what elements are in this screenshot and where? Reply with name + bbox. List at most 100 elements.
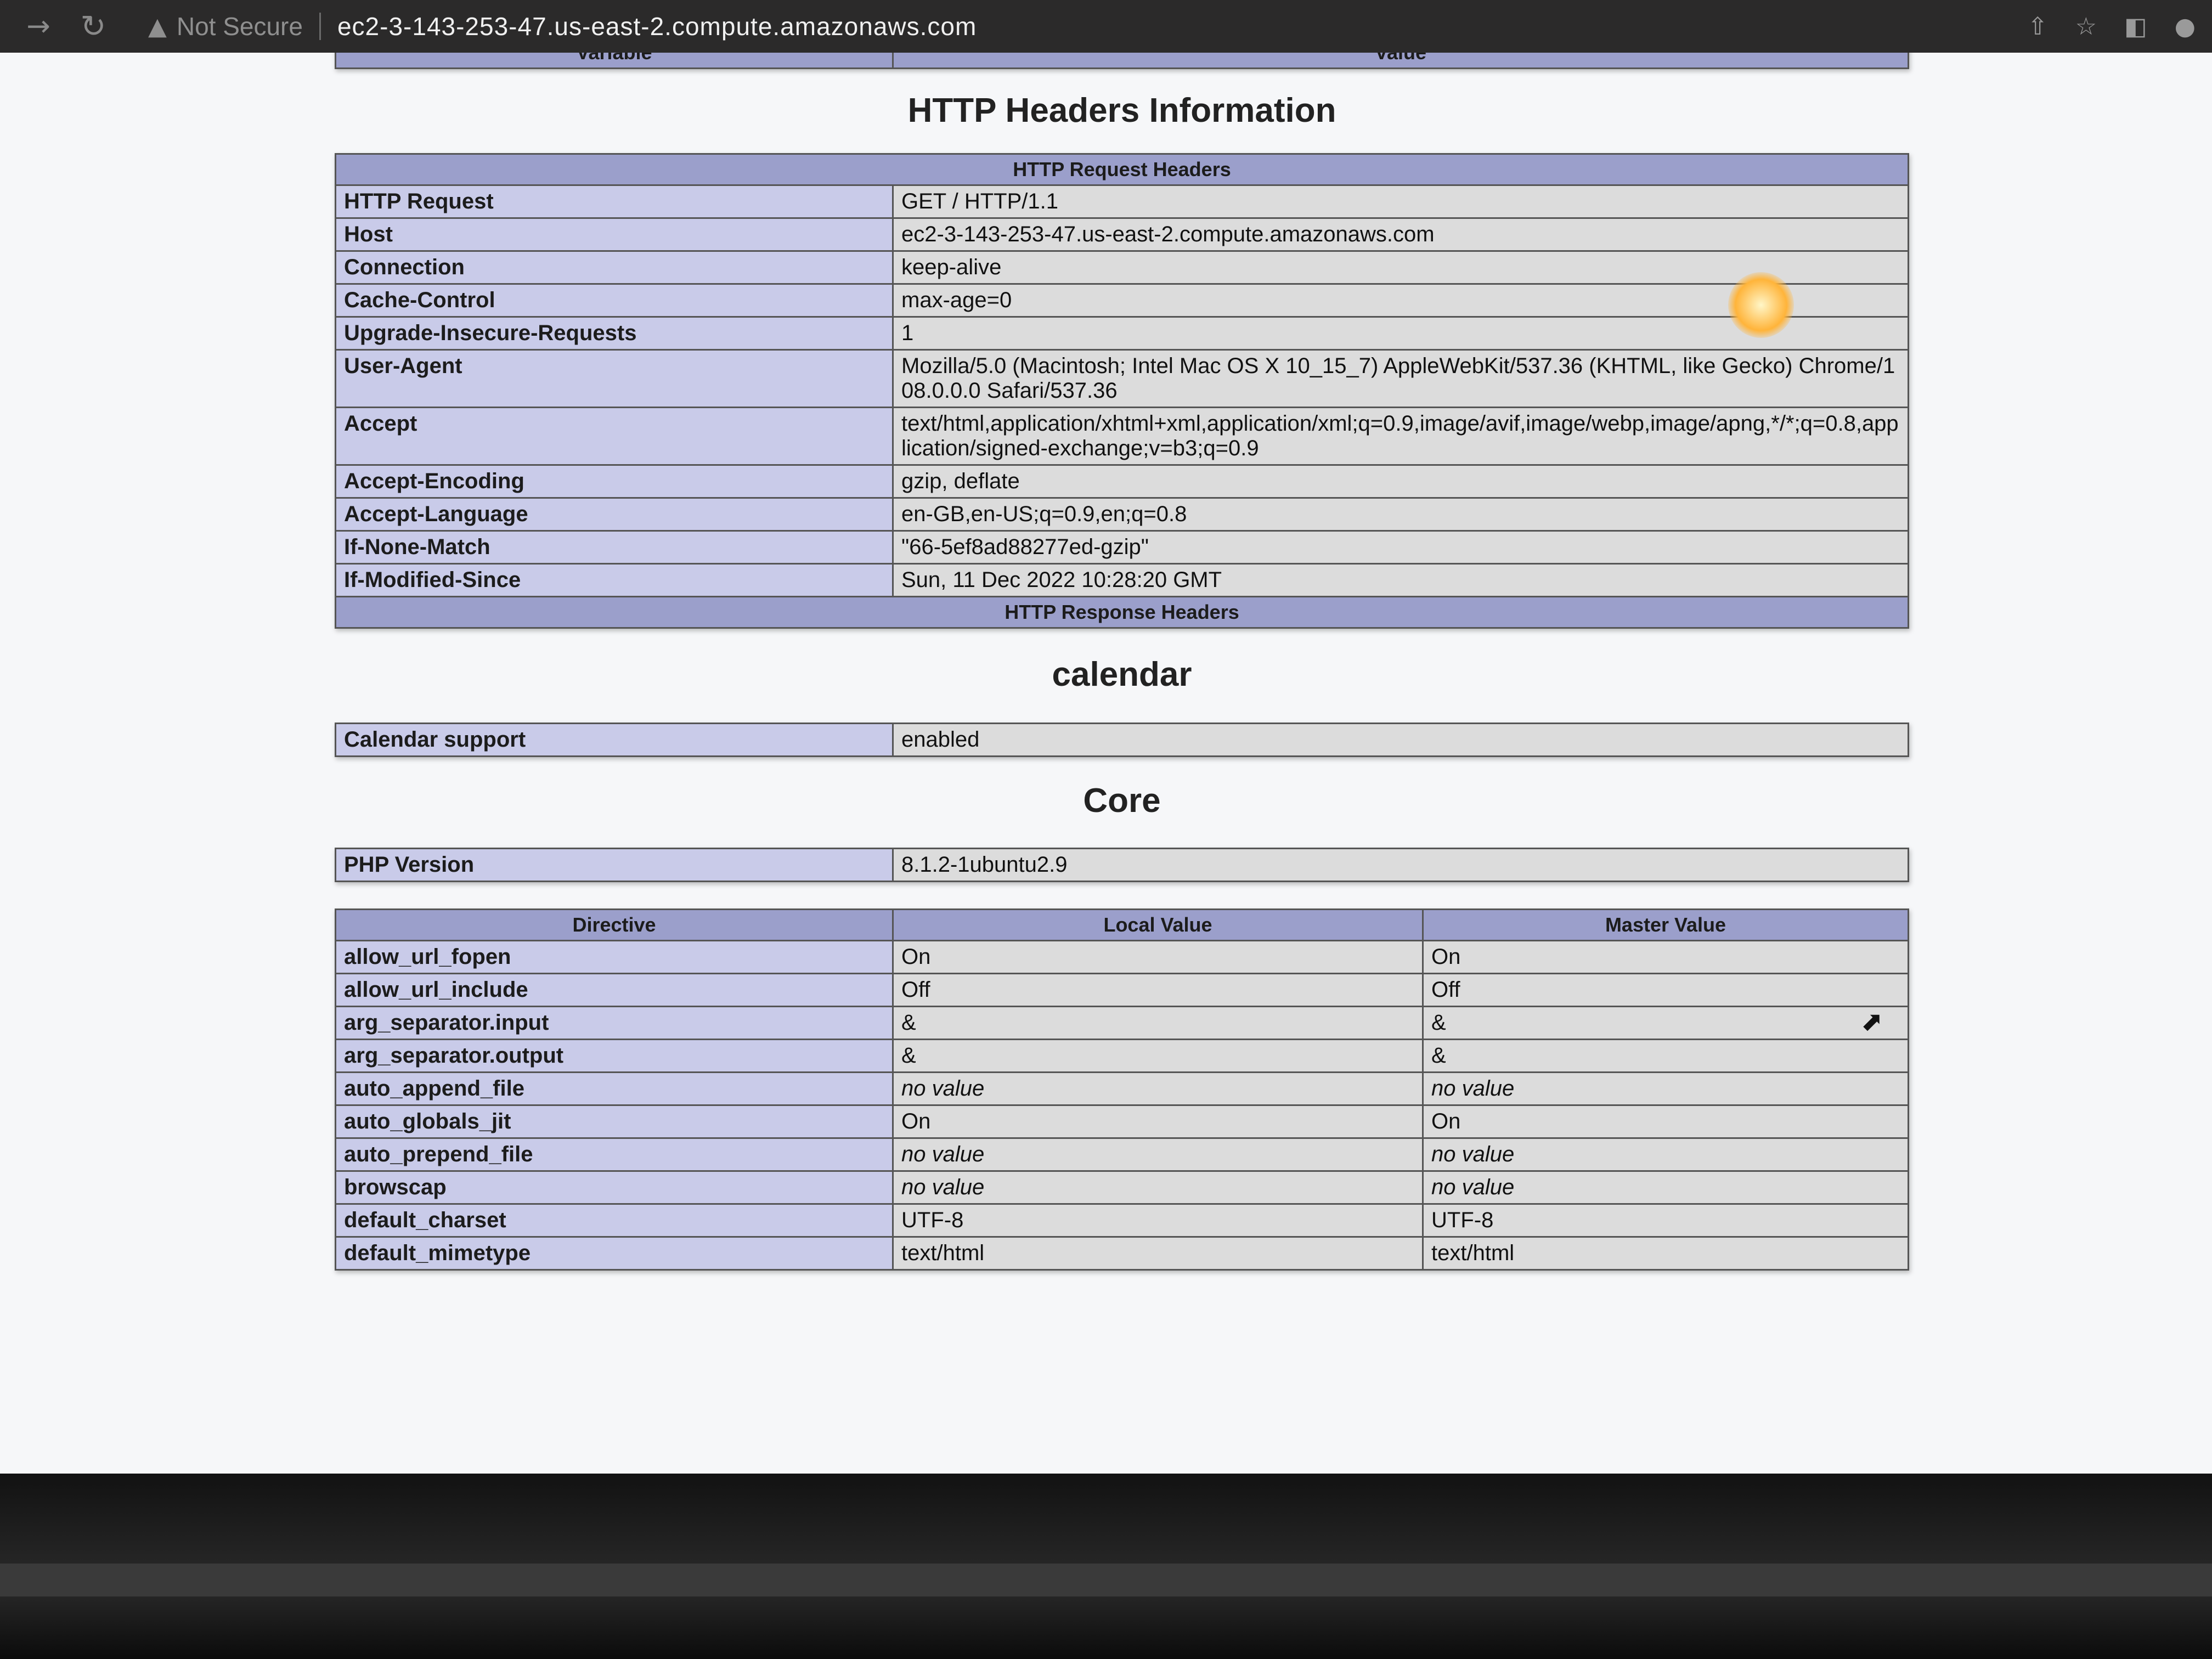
header-name: If-Modified-Since: [335, 563, 894, 597]
calendar-support-label: Calendar support: [335, 723, 894, 757]
not-secure-label[interactable]: Not Secure: [177, 12, 303, 41]
reload-icon[interactable]: ↻: [77, 9, 110, 44]
header-name: Accept: [335, 407, 894, 466]
header-value: text/html,application/xhtml+xml,applicat…: [892, 407, 1909, 466]
table-row: Calendar support enabled: [335, 723, 1909, 757]
table-row: allow_url_fopen On On: [335, 940, 1909, 974]
table-row: default_charset UTF-8 UTF-8: [335, 1203, 1909, 1238]
master-value: no value: [1422, 1137, 1909, 1172]
table-row: Upgrade-Insecure-Requests 1: [335, 316, 1909, 351]
master-value-column-header: Master Value: [1422, 909, 1909, 941]
profile-icon[interactable]: ●: [2175, 13, 2196, 41]
php-version-label: PHP Version: [335, 848, 894, 882]
local-value: no value: [892, 1170, 1424, 1205]
variables-table-header: Variable Value: [335, 53, 1909, 69]
master-value: Off: [1422, 973, 1909, 1007]
mouse-pointer-icon: ⬈: [1861, 1006, 1883, 1037]
header-value: "66-5ef8ad88277ed-gzip": [892, 530, 1909, 565]
header-name: Upgrade-Insecure-Requests: [335, 316, 894, 351]
table-row: Cache-Control max-age=0: [335, 283, 1909, 318]
directive-name: allow_url_fopen: [335, 940, 894, 974]
table-row: Host ec2-3-143-253-47.us-east-2.compute.a…: [335, 217, 1909, 252]
header-name: HTTP Request: [335, 184, 894, 219]
header-name: Cache-Control: [335, 283, 894, 318]
table-row: Connection keep-alive: [335, 250, 1909, 285]
table-row: If-Modified-Since Sun, 11 Dec 2022 10:28:…: [335, 563, 1909, 597]
header-name: Accept-Language: [335, 497, 894, 532]
header-value: gzip, deflate: [892, 464, 1909, 499]
header-name: User-Agent: [335, 349, 894, 408]
master-value: &: [1422, 1006, 1909, 1040]
header-value: en-GB,en-US;q=0.9,en;q=0.8: [892, 497, 1909, 532]
table-row: auto_prepend_file no value no value: [335, 1137, 1909, 1172]
laptop-hinge: [0, 1564, 2212, 1596]
phpinfo-content: Variable Value HTTP Headers Information …: [335, 53, 1909, 1271]
header-value: Mozilla/5.0 (Macintosh; Intel Mac OS X 1…: [892, 349, 1909, 408]
local-value-column-header: Local Value: [892, 909, 1424, 941]
bookmark-star-icon[interactable]: ☆: [2075, 13, 2097, 41]
master-value: On: [1422, 940, 1909, 974]
master-value: no value: [1422, 1071, 1909, 1106]
table-row: auto_globals_jit On On: [335, 1104, 1909, 1139]
master-value: no value: [1422, 1170, 1909, 1205]
header-name: Connection: [335, 250, 894, 285]
local-value: no value: [892, 1071, 1424, 1106]
header-value: GET / HTTP/1.1: [892, 184, 1909, 219]
calendar-table: Calendar support enabled: [335, 723, 1909, 757]
forward-arrow-icon[interactable]: →: [22, 10, 55, 43]
directive-name: auto_append_file: [335, 1071, 894, 1106]
local-value: text/html: [892, 1236, 1424, 1271]
table-row: arg_separator.output & &: [335, 1039, 1909, 1073]
core-directives-table: Directive Local Value Master Value allow…: [335, 909, 1909, 1271]
directive-name: arg_separator.input: [335, 1006, 894, 1040]
header-name: Host: [335, 217, 894, 252]
page-viewport: Variable Value HTTP Headers Information …: [0, 53, 2212, 1474]
directive-name: default_charset: [335, 1203, 894, 1238]
header-name: Accept-Encoding: [335, 464, 894, 499]
table-row: browscap no value no value: [335, 1170, 1909, 1205]
local-value: Off: [892, 973, 1424, 1007]
directive-name: auto_prepend_file: [335, 1137, 894, 1172]
php-version-value: 8.1.2-1ubuntu2.9: [892, 848, 1909, 882]
screen-glare: [1728, 272, 1794, 338]
table-row: User-Agent Mozilla/5.0 (Macintosh; Intel …: [335, 349, 1909, 408]
local-value: &: [892, 1039, 1424, 1073]
request-headers-heading: HTTP Request Headers: [335, 153, 1909, 186]
calendar-support-value: enabled: [892, 723, 1909, 757]
address-separator: [319, 13, 321, 40]
table-row: PHP Version 8.1.2-1ubuntu2.9: [335, 848, 1909, 882]
table-row: allow_url_include Off Off: [335, 973, 1909, 1007]
table-row: If-None-Match "66-5ef8ad88277ed-gzip": [335, 530, 1909, 565]
address-bar-url[interactable]: ec2-3-143-253-47.us-east-2.compute.amazo…: [337, 12, 977, 41]
calendar-section-title: calendar: [1052, 656, 1192, 693]
table-row: Accept text/html,application/xhtml+xml,ap…: [335, 407, 1909, 466]
browser-toolbar: → ↻ ▲ Not Secure ec2-3-143-253-47.us-eas…: [0, 0, 2212, 53]
local-value: On: [892, 1104, 1424, 1139]
directive-name: allow_url_include: [335, 973, 894, 1007]
local-value: UTF-8: [892, 1203, 1424, 1238]
directive-column-header: Directive: [335, 909, 894, 941]
table-row: Accept-Language en-GB,en-US;q=0.9,en;q=0.…: [335, 497, 1909, 532]
share-icon[interactable]: ⇧: [2028, 13, 2048, 41]
php-version-table: PHP Version 8.1.2-1ubuntu2.9: [335, 848, 1909, 882]
directive-name: arg_separator.output: [335, 1039, 894, 1073]
table-row: default_mimetype text/html text/html: [335, 1236, 1909, 1271]
master-value: text/html: [1422, 1236, 1909, 1271]
value-column-header: Value: [892, 53, 1909, 69]
master-value: UTF-8: [1422, 1203, 1909, 1238]
toolbar-actions: ⇧ ☆ ◧ ●: [2028, 0, 2196, 53]
local-value: &: [892, 1006, 1424, 1040]
http-headers-table: HTTP Request Headers HTTP Request GET / H…: [335, 153, 1909, 629]
master-value: On: [1422, 1104, 1909, 1139]
variable-column-header: Variable: [335, 53, 894, 69]
directive-name: default_mimetype: [335, 1236, 894, 1271]
table-row: HTTP Request GET / HTTP/1.1: [335, 184, 1909, 219]
local-value: no value: [892, 1137, 1424, 1172]
local-value: On: [892, 940, 1424, 974]
response-headers-heading: HTTP Response Headers: [335, 596, 1909, 629]
table-row: auto_append_file no value no value: [335, 1071, 1909, 1106]
http-headers-title: HTTP Headers Information: [907, 92, 1336, 129]
warning-icon: ▲: [148, 12, 167, 41]
sidebar-icon[interactable]: ◧: [2124, 13, 2147, 41]
header-value: ec2-3-143-253-47.us-east-2.compute.amazo…: [892, 217, 1909, 252]
